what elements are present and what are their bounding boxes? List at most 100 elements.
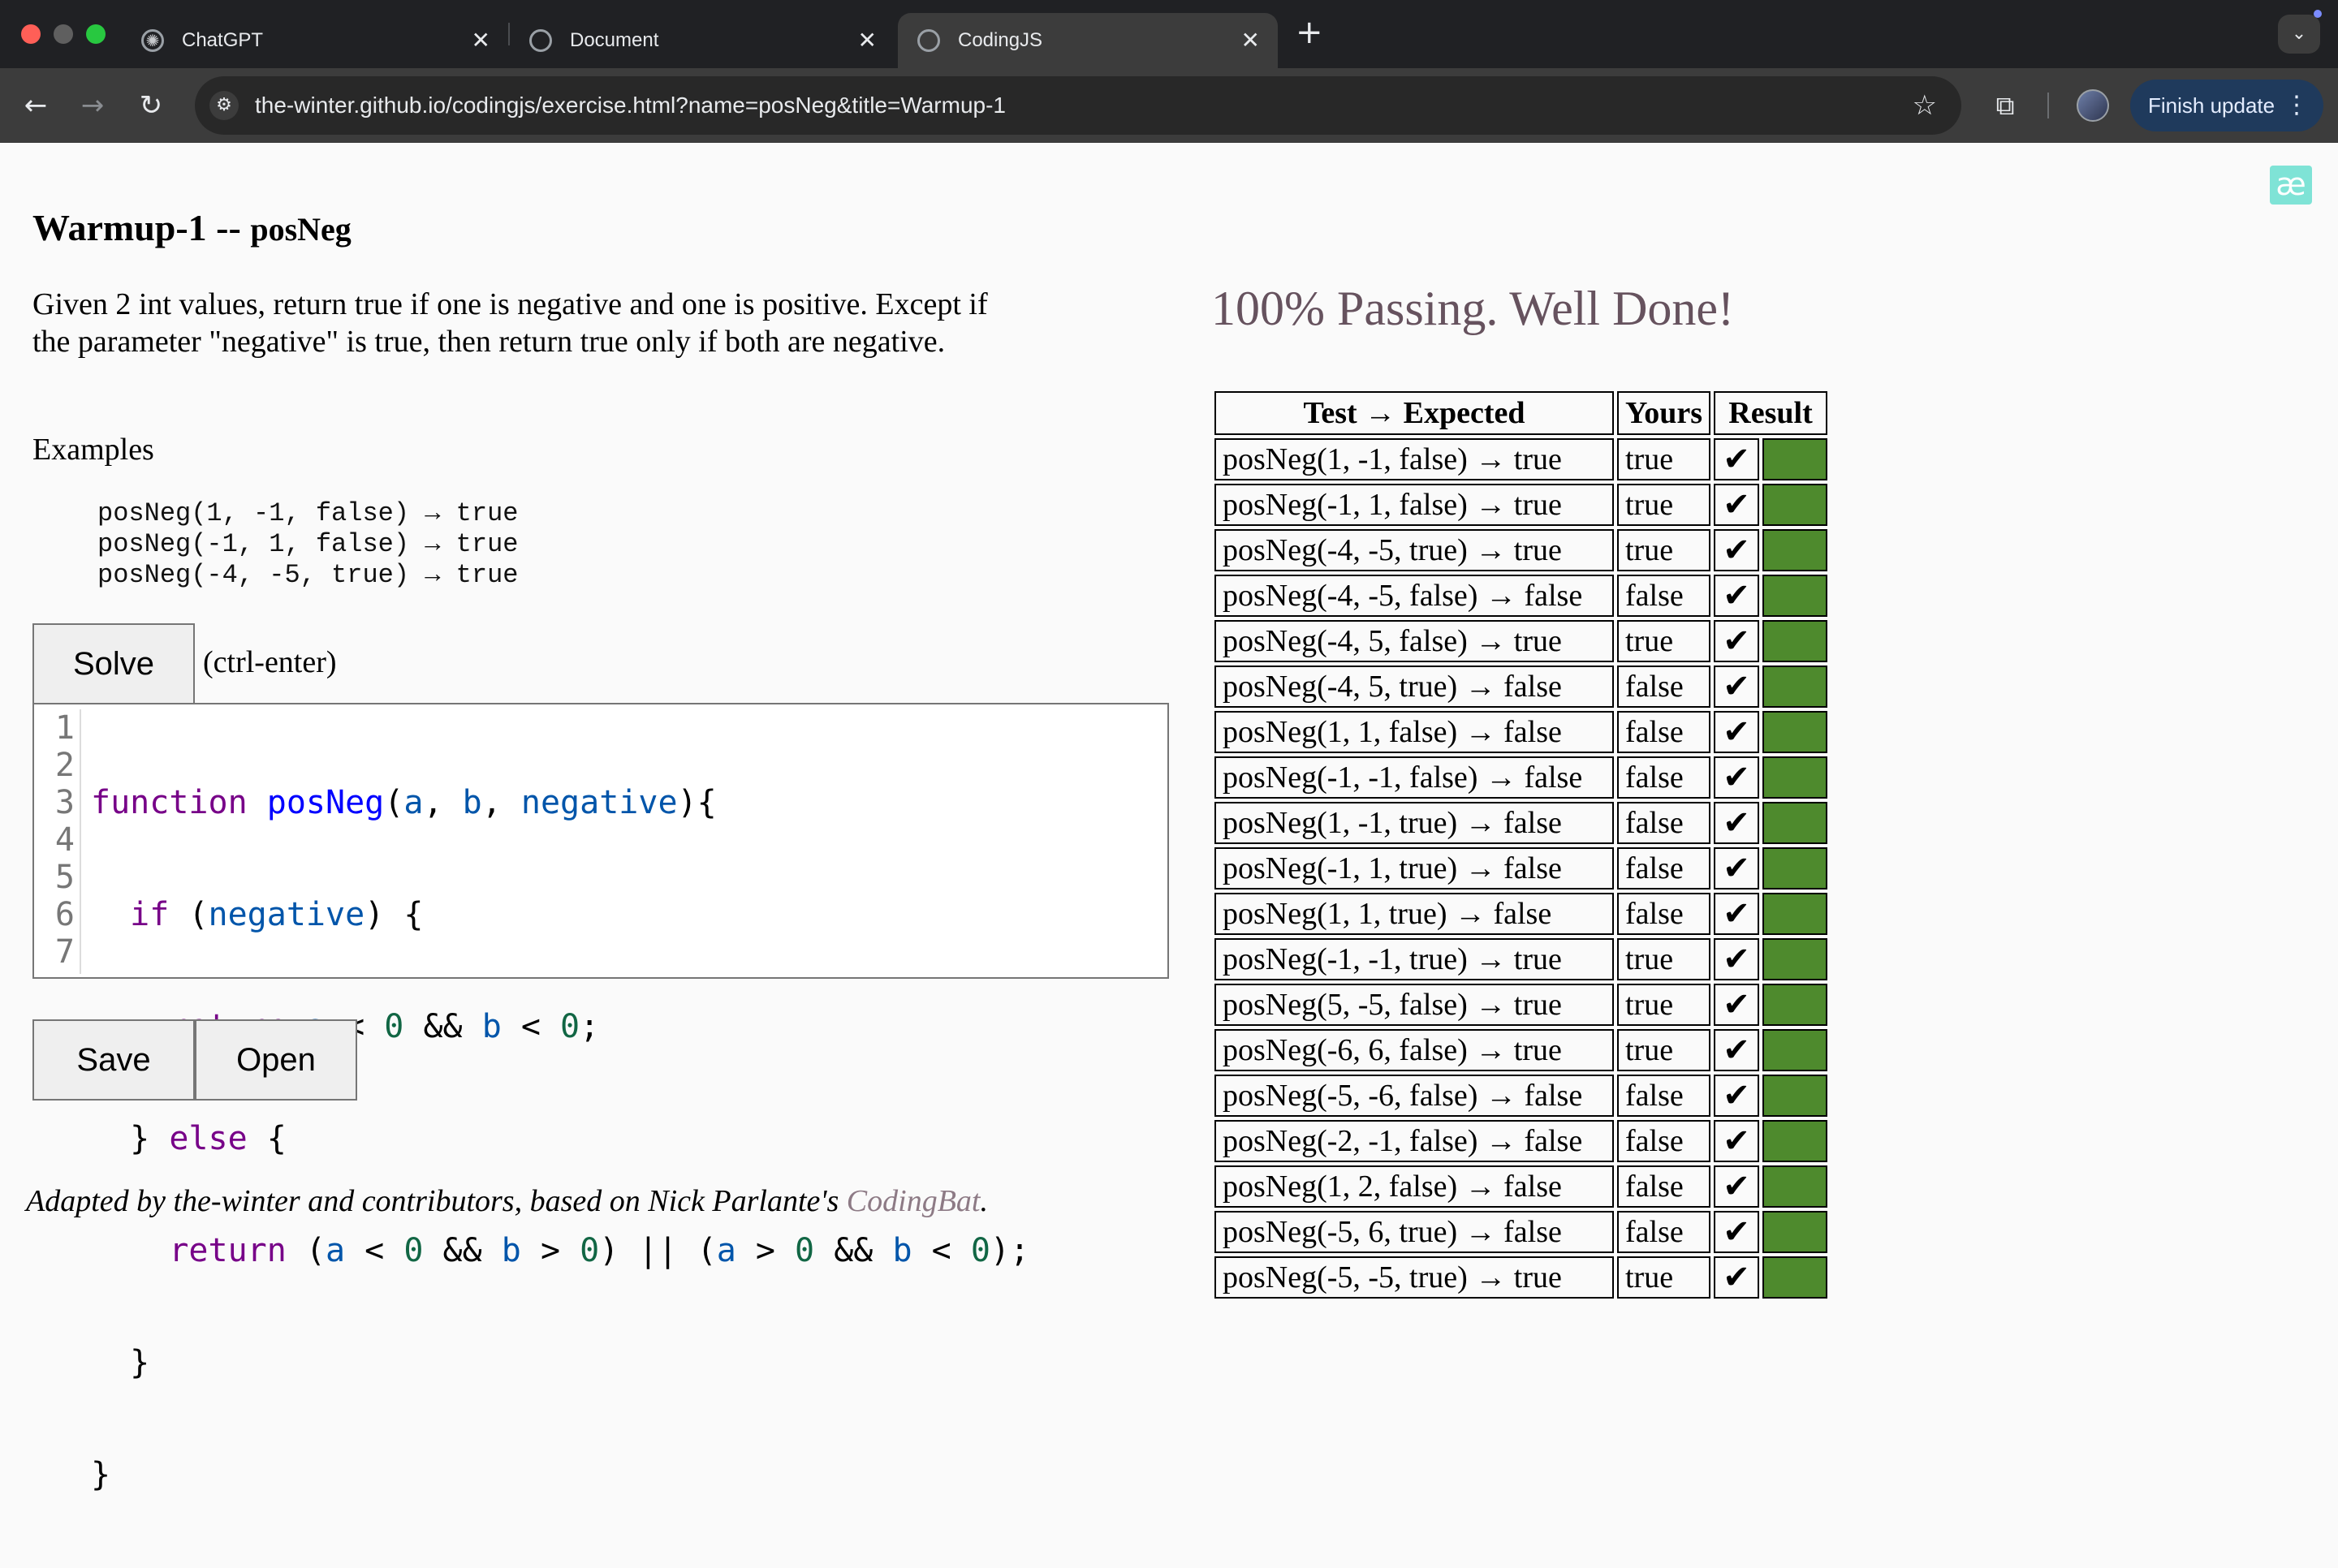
tab-document[interactable]: Document ✕ (510, 13, 895, 68)
checkmark-icon: ✔ (1714, 984, 1760, 1026)
test-expected-cell: posNeg(-6, 6, false) → true (1214, 1029, 1614, 1071)
page-content: æ Warmup-1 -- posNeg Given 2 int values,… (0, 143, 2338, 1493)
save-button[interactable]: Save (32, 1019, 195, 1101)
test-expected-cell: posNeg(1, -1, false) → true (1214, 438, 1614, 480)
result-status-swatch (1762, 1029, 1828, 1071)
pass-indicator (1764, 985, 1827, 1024)
yours-cell: false (1617, 1120, 1711, 1162)
yours-cell: false (1617, 1165, 1711, 1208)
browser-toolbar: ← → ↻ ⚙ the-winter.github.io/codingjs/ex… (0, 68, 2338, 143)
result-status-swatch (1762, 529, 1828, 571)
address-bar[interactable]: ⚙ the-winter.github.io/codingjs/exercise… (195, 76, 1961, 135)
minimize-window-button[interactable] (54, 24, 73, 44)
browser-tab-strip: ✺ ChatGPT ✕ Document ✕ CodingJS ✕ + ⌄ (0, 0, 2338, 68)
results-header-row: Test → Expected Yours Result (1214, 391, 1828, 435)
close-window-button[interactable] (21, 24, 41, 44)
table-row: posNeg(1, 2, false) → false false ✔ (1214, 1165, 1828, 1208)
line-number: 5 (54, 859, 75, 896)
reload-icon[interactable]: ↻ (130, 84, 172, 127)
test-expected-cell: posNeg(-2, -1, false) → false (1214, 1120, 1614, 1162)
code-line: } else { (91, 1120, 287, 1157)
result-status-swatch (1762, 756, 1828, 799)
result-status-swatch (1762, 484, 1828, 526)
codingbat-link[interactable]: CodingBat (847, 1184, 981, 1218)
result-status-swatch (1762, 984, 1828, 1026)
code-line: function posNeg(a, b, negative){ (91, 784, 717, 821)
header-result: Result (1714, 391, 1828, 435)
table-row: posNeg(-5, 6, true) → false false ✔ (1214, 1211, 1828, 1253)
forward-arrow-icon[interactable]: → (71, 84, 114, 127)
test-expected-cell: posNeg(1, 1, false) → false (1214, 711, 1614, 753)
checkmark-icon: ✔ (1714, 802, 1760, 844)
test-expected-cell: posNeg(-4, 5, false) → true (1214, 620, 1614, 662)
back-arrow-icon[interactable]: ← (15, 84, 57, 127)
page-title: Warmup-1 -- posNeg (32, 206, 352, 249)
checkmark-icon: ✔ (1714, 938, 1760, 980)
new-tab-button[interactable]: + (1296, 15, 1323, 50)
table-row: posNeg(-4, -5, true) → true true ✔ (1214, 529, 1828, 571)
passing-status: 100% Passing. Well Done! (1211, 282, 1735, 335)
checkmark-icon: ✔ (1714, 575, 1760, 617)
tab-codingjs[interactable]: CodingJS ✕ (898, 13, 1278, 68)
code-editor[interactable]: 1 2 3 4 5 6 7 function posNeg(a, b, nega… (32, 703, 1169, 1493)
result-status-swatch (1762, 938, 1828, 980)
close-icon[interactable]: ✕ (472, 29, 490, 52)
solve-button[interactable]: Solve (32, 623, 195, 704)
table-row: posNeg(-1, -1, false) → false false ✔ (1214, 756, 1828, 799)
test-expected-cell: posNeg(-4, 5, true) → false (1214, 666, 1614, 708)
result-status-swatch (1762, 1075, 1828, 1117)
url-text[interactable]: the-winter.github.io/codingjs/exercise.h… (255, 76, 1006, 135)
table-row: posNeg(-1, -1, true) → true true ✔ (1214, 938, 1828, 980)
header-yours: Yours (1617, 391, 1711, 435)
yours-cell: true (1617, 438, 1711, 480)
checkmark-icon: ✔ (1714, 1029, 1760, 1071)
open-button[interactable]: Open (195, 1019, 357, 1101)
yours-cell: true (1617, 529, 1711, 571)
table-row: posNeg(1, -1, false) → true true ✔ (1214, 438, 1828, 480)
result-status-swatch (1762, 1165, 1828, 1208)
profile-avatar[interactable] (2077, 89, 2109, 122)
table-row: posNeg(-1, 1, true) → false false ✔ (1214, 847, 1828, 890)
extensions-puzzle-icon[interactable]: ⧉ (1987, 88, 2023, 123)
result-status-swatch (1762, 1211, 1828, 1253)
test-expected-cell: posNeg(-4, -5, true) → true (1214, 529, 1614, 571)
yours-cell: true (1617, 984, 1711, 1026)
checkmark-icon: ✔ (1714, 620, 1760, 662)
example-line: posNeg(1, -1, false) → true (97, 498, 519, 528)
globe-icon (917, 29, 940, 52)
yours-cell: false (1617, 575, 1711, 617)
ae-extension-icon[interactable]: æ (2270, 166, 2312, 205)
code-line: } (91, 1344, 150, 1381)
result-status-swatch (1762, 620, 1828, 662)
tab-search-button[interactable]: ⌄ (2278, 15, 2320, 54)
pass-indicator (1764, 1031, 1827, 1070)
table-row: posNeg(-1, 1, false) → true true ✔ (1214, 484, 1828, 526)
table-row: posNeg(-5, -5, true) → true true ✔ (1214, 1256, 1828, 1299)
pass-indicator (1764, 1213, 1827, 1251)
finish-update-label: Finish update (2148, 93, 2275, 118)
line-number: 6 (54, 896, 75, 933)
yours-cell: true (1617, 1256, 1711, 1299)
yours-cell: false (1617, 1211, 1711, 1253)
yours-cell: false (1617, 756, 1711, 799)
title-prefix: Warmup-1 -- (32, 207, 251, 248)
notification-dot (2314, 10, 2322, 18)
line-number: 3 (54, 784, 75, 821)
result-status-swatch (1762, 1120, 1828, 1162)
pass-indicator (1764, 1122, 1827, 1161)
checkmark-icon: ✔ (1714, 756, 1760, 799)
bookmark-star-icon[interactable]: ☆ (1913, 76, 1937, 135)
openai-icon: ✺ (141, 29, 164, 52)
yours-cell: true (1617, 938, 1711, 980)
close-icon[interactable]: ✕ (1241, 29, 1260, 52)
maximize-window-button[interactable] (86, 24, 106, 44)
finish-update-button[interactable]: Finish update ⋮ (2130, 80, 2323, 131)
table-row: posNeg(5, -5, false) → true true ✔ (1214, 984, 1828, 1026)
code-content[interactable]: function posNeg(a, b, negative){ if (neg… (91, 709, 1029, 1568)
tab-chatgpt[interactable]: ✺ ChatGPT ✕ (122, 13, 508, 68)
examples-heading: Examples (32, 433, 154, 467)
site-info-icon[interactable]: ⚙ (209, 91, 239, 120)
pass-indicator (1764, 485, 1827, 524)
pass-indicator (1764, 576, 1827, 615)
close-icon[interactable]: ✕ (858, 29, 877, 52)
